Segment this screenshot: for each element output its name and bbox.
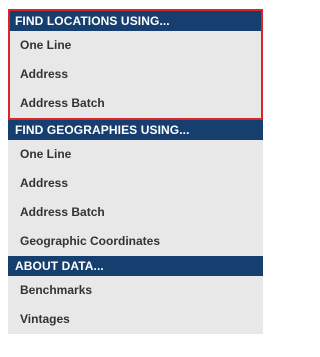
find-geographies-section: FIND GEOGRAPHIES USING... One Line Addre… <box>8 120 263 256</box>
menu-item-geographies-one-line[interactable]: One Line <box>8 140 263 169</box>
find-locations-header: FIND LOCATIONS USING... <box>10 11 261 31</box>
find-locations-section: FIND LOCATIONS USING... One Line Address… <box>8 9 263 120</box>
menu-item-locations-address-batch[interactable]: Address Batch <box>10 89 261 118</box>
find-geographies-header: FIND GEOGRAPHIES USING... <box>8 120 263 140</box>
menu-item-geographic-coordinates[interactable]: Geographic Coordinates <box>8 227 263 256</box>
menu-item-geographies-address[interactable]: Address <box>8 169 263 198</box>
about-data-section: ABOUT DATA... Benchmarks Vintages <box>8 256 263 334</box>
menu-item-vintages[interactable]: Vintages <box>8 305 263 334</box>
menu-item-benchmarks[interactable]: Benchmarks <box>8 276 263 305</box>
menu-item-locations-one-line[interactable]: One Line <box>10 31 261 60</box>
side-menu: FIND LOCATIONS USING... One Line Address… <box>8 9 268 334</box>
about-data-header: ABOUT DATA... <box>8 256 263 276</box>
menu-item-locations-address[interactable]: Address <box>10 60 261 89</box>
menu-item-geographies-address-batch[interactable]: Address Batch <box>8 198 263 227</box>
